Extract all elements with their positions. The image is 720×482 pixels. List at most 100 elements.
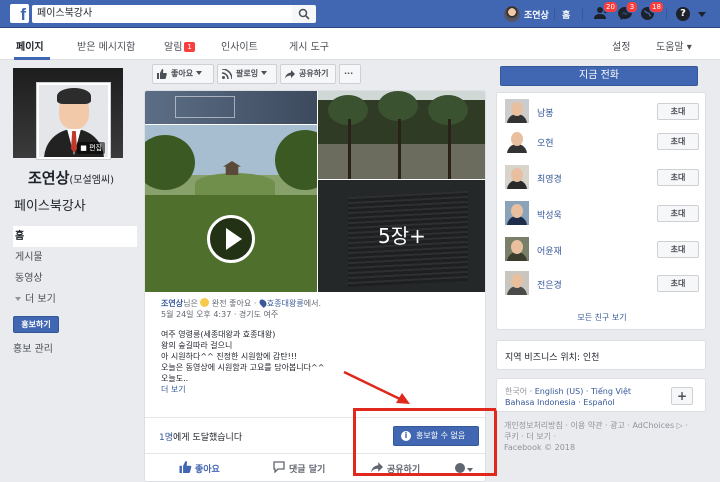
tab-page[interactable]: 페이지	[16, 38, 44, 53]
friend-avatar[interactable]	[505, 237, 529, 261]
local-business-panel: 지역 비즈니스 위치: 인천	[496, 340, 706, 370]
annotation-highlight-box	[353, 408, 497, 476]
friend-avatar[interactable]	[505, 129, 529, 153]
share-page-button[interactable]: 공유하기	[280, 64, 336, 84]
friend-name-link[interactable]: 최영경	[537, 172, 562, 185]
friend-avatar[interactable]	[505, 201, 529, 225]
edit-label: 편집	[89, 144, 102, 152]
thumbs-up-icon	[157, 69, 167, 79]
left-nav-posts[interactable]: 게시물	[13, 247, 137, 268]
divider	[582, 8, 583, 20]
post-timestamp[interactable]: 5월 24일 오후 4:37 · 경기도 여주	[161, 310, 278, 319]
feeling-text: 완전 좋아요	[211, 299, 252, 308]
search-button[interactable]	[292, 5, 316, 23]
post-photo[interactable]	[145, 91, 317, 124]
profile-picture[interactable]: ■ 편집	[36, 82, 111, 160]
page-title[interactable]: 조연상(모설엠씨)	[28, 167, 114, 188]
post-photo-more[interactable]: 5장+	[318, 180, 485, 292]
post-header: 조연상님은 완전 좋아요 · 효종대왕릉에서. 5월 24일 오후 4:37 ·…	[161, 298, 481, 320]
post-like-button[interactable]: 좋아요	[179, 461, 220, 475]
chevron-down-icon	[261, 71, 268, 75]
friend-name-link[interactable]: 박성욱	[537, 208, 562, 221]
friend-name-link[interactable]: 전은경	[537, 278, 562, 291]
invite-button[interactable]: 초대	[657, 169, 699, 186]
tab-notifications-label: 알림	[164, 42, 183, 53]
notifications-button[interactable]: 18	[640, 1, 664, 22]
left-nav-videos[interactable]: 동영상	[13, 268, 137, 289]
manage-promotions-link[interactable]: 홍보 관리	[13, 340, 53, 355]
invite-button[interactable]: 초대	[657, 133, 699, 150]
like-page-button[interactable]: 좋아요	[152, 64, 214, 84]
tab-help[interactable]: 도움말 ▾	[656, 38, 692, 53]
user-name-link[interactable]: 조연상	[524, 8, 549, 21]
reach-text: 1명에게 도달했습니다	[159, 430, 242, 443]
post-location-link[interactable]: 효종대왕릉	[267, 299, 304, 308]
friend-name-link[interactable]: 오현	[537, 136, 554, 149]
divider	[666, 8, 667, 20]
profile-photo-image: ■ 편집	[39, 85, 108, 157]
page-sub-nav: 페이지 받은 메시지함 알림 1 인사이트 게시 도구 설정 도움말 ▾	[0, 28, 720, 60]
add-language-button[interactable]: +	[671, 387, 693, 405]
language-links[interactable]: English (US) · Tiếng Việt	[535, 387, 631, 396]
footer-link-row[interactable]: 개인정보처리방침 · 이용 약관 · 광고 · AdChoices ▷ ·	[504, 420, 704, 431]
tab-inbox[interactable]: 받은 메시지함	[77, 38, 135, 53]
user-avatar[interactable]	[504, 6, 520, 22]
post-author-link[interactable]: 조연상	[161, 299, 183, 308]
friend-name-link[interactable]: 남봉	[537, 106, 554, 119]
see-more-link[interactable]: 더 보기	[161, 384, 481, 395]
more-options-button[interactable]: ···	[339, 64, 361, 84]
post-line: 여주 영령릉(세종대왕과 효종대왕)	[161, 330, 276, 339]
left-nav-more[interactable]: 더 보기	[13, 289, 137, 310]
post-video-thumbnail[interactable]	[145, 125, 317, 292]
friend-requests-button[interactable]: 20	[594, 1, 618, 22]
language-options[interactable]: 한국어 · English (US) · Tiếng Việt	[505, 386, 631, 397]
footer-link-row[interactable]: 쿠키 · 더 보기 ·	[504, 431, 704, 442]
reach-count-link[interactable]: 1명	[159, 433, 173, 443]
left-nav-home[interactable]: 홈	[13, 226, 137, 247]
post-line: 왕의 숲길따라 걸으니	[161, 341, 233, 350]
invite-button[interactable]: 초대	[657, 241, 699, 258]
see-all-friends-link[interactable]: 모든 친구 보기	[497, 312, 707, 323]
left-nav-more-label: 더 보기	[25, 294, 56, 305]
tab-settings[interactable]: 설정	[612, 38, 630, 53]
friend-row: 오현 초대	[505, 127, 699, 157]
invite-button[interactable]: 초대	[657, 275, 699, 292]
facebook-logo-icon[interactable]: f	[10, 4, 29, 23]
invite-button[interactable]: 초대	[657, 205, 699, 222]
friend-row: 남봉 초대	[505, 97, 699, 127]
post-line: 아 시원하다^^ 진정한 시원함에 감탄!!!	[161, 352, 298, 361]
messages-button[interactable]: 3	[617, 1, 638, 22]
following-button[interactable]: 팔로잉	[217, 64, 277, 84]
friend-name-link[interactable]: 어윤재	[537, 244, 562, 257]
tab-notifications[interactable]: 알림 1	[164, 38, 195, 53]
location-suffix: 에서.	[303, 299, 321, 308]
language-links-2[interactable]: Bahasa Indonesia · Español	[505, 398, 615, 407]
call-now-button[interactable]: 지금 전화	[500, 66, 698, 86]
notifications-badge: 18	[649, 1, 664, 13]
search-input[interactable]: 페이스북강사	[32, 5, 292, 23]
post-photo[interactable]	[318, 91, 485, 179]
page-username[interactable]: 페이스북강사	[14, 195, 86, 214]
tab-insights[interactable]: 인사이트	[221, 38, 258, 53]
invite-button[interactable]: 초대	[657, 103, 699, 120]
post-line: 오늘도..	[161, 374, 189, 383]
promote-button[interactable]: 홍보하기	[13, 316, 59, 333]
friend-row: 박성욱 초대	[505, 199, 699, 229]
smile-emoji-icon	[200, 298, 210, 307]
separator: ·	[253, 299, 257, 308]
help-icon[interactable]: ?	[676, 7, 690, 21]
messages-badge: 3	[626, 1, 638, 13]
tab-publishing-tools[interactable]: 게시 도구	[289, 38, 329, 53]
home-link[interactable]: 홈	[562, 8, 570, 21]
friend-avatar[interactable]	[505, 165, 529, 189]
play-icon[interactable]	[207, 215, 255, 263]
page-name-sub: (모설엠씨)	[69, 175, 115, 186]
search-icon	[298, 8, 310, 20]
friend-avatar[interactable]	[505, 271, 529, 295]
copyright: Facebook © 2018	[504, 443, 576, 452]
account-menu-caret-icon[interactable]	[698, 12, 706, 17]
friend-avatar[interactable]	[505, 99, 529, 123]
post-comment-button[interactable]: 댓글 달기	[273, 461, 325, 475]
active-tab-indicator	[14, 57, 50, 60]
edit-profile-photo-button[interactable]: ■ 편집	[77, 142, 105, 154]
